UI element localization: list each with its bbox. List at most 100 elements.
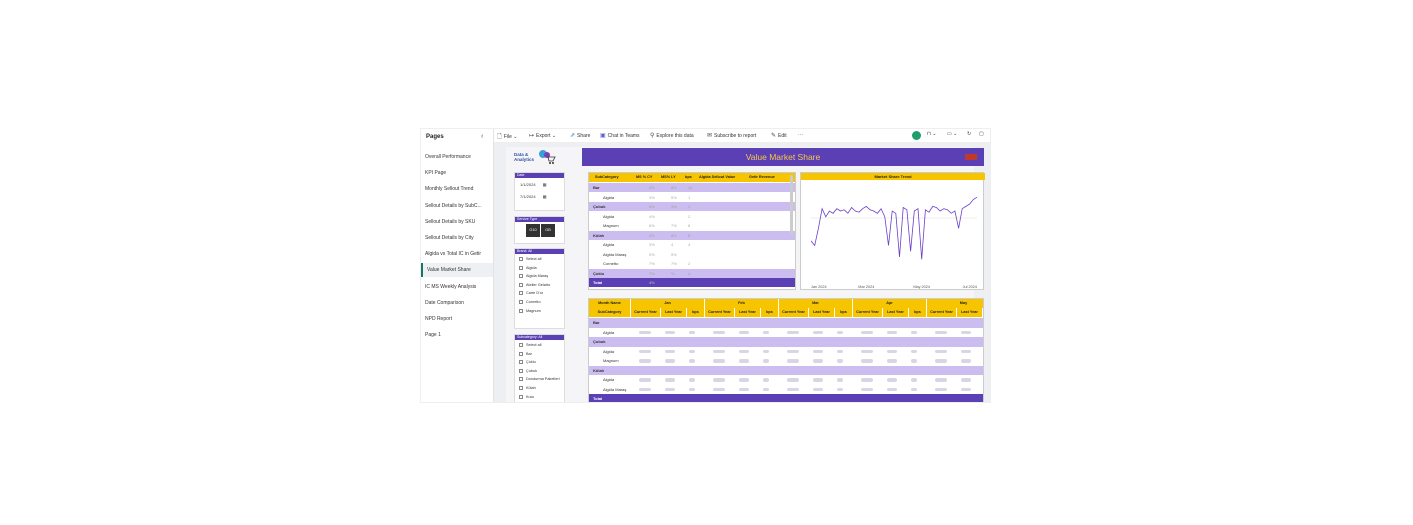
col-bps[interactable]: bps (685, 173, 692, 182)
chat-in-teams-button[interactable]: ▣ Chat in Teams (600, 132, 640, 139)
table-row[interactable]: Algida 3% 4 4 (589, 240, 795, 249)
more-options-button[interactable]: ··· (798, 132, 803, 138)
page-item[interactable]: NPD Report (421, 312, 493, 326)
page-item[interactable]: Sellout Details by City (421, 231, 493, 245)
checkbox[interactable] (519, 368, 523, 373)
column-header[interactable]: Current Year (927, 308, 957, 317)
share-button[interactable]: ⇗ Share (570, 132, 590, 139)
col-subcategory[interactable]: SubCategory (595, 173, 619, 182)
column-header[interactable]: Last Year (809, 308, 835, 317)
page-item[interactable]: Sellout Details by SKU (421, 215, 493, 229)
column-header[interactable]: bps (761, 308, 779, 317)
service-type-slicer[interactable]: Service Type G10 GB (514, 216, 565, 244)
checkbox-item[interactable]: Atelier Gelarto (519, 282, 550, 287)
checkbox[interactable] (519, 265, 523, 270)
end-date[interactable]: 7/1/2024 ▦ (520, 194, 546, 199)
page-item[interactable]: Monthly Sellout Trend (421, 182, 493, 196)
bookmark-icon[interactable]: ⊓ ⌄ (927, 131, 936, 137)
refresh-icon[interactable]: ↻ (967, 131, 971, 137)
edit-button[interactable]: ✎ Edit (771, 132, 787, 139)
checkbox-item[interactable]: Cornetto (519, 300, 541, 304)
column-header[interactable]: bps (835, 308, 853, 317)
service-option-g10[interactable]: G10 (526, 224, 540, 237)
page-item[interactable]: Value Market Share (421, 263, 493, 278)
table-row[interactable]: Külah 3% 8% 8 (589, 230, 795, 240)
table-row[interactable]: Algida (589, 328, 983, 338)
checkbox-item[interactable]: Carte D'or (519, 291, 543, 296)
table-row[interactable]: Algida (589, 347, 983, 357)
table-row[interactable]: Total (589, 394, 983, 402)
checkbox[interactable] (519, 351, 523, 356)
start-date[interactable]: 1/1/2024 ▦ (520, 182, 546, 187)
table-row[interactable]: Çubuk (589, 337, 983, 347)
table-row[interactable]: Algida 4% 2 (589, 212, 795, 221)
checkbox-item[interactable]: Magnum (519, 308, 541, 313)
table-row[interactable]: Magnum 6% 7% 8 (589, 221, 795, 230)
calendar-icon[interactable]: ▦ (543, 182, 547, 187)
checkbox[interactable] (519, 343, 523, 347)
column-header[interactable]: bps (909, 308, 927, 317)
checkbox-item[interactable]: Çubuk (519, 368, 537, 373)
page-item[interactable]: KPI Page (421, 166, 493, 180)
col-revenue[interactable]: Getir Revenue (749, 173, 775, 182)
checkbox[interactable] (519, 291, 523, 296)
month-header[interactable]: May (927, 299, 983, 308)
table-row[interactable]: Cornetto 7% 7% 2 (589, 259, 795, 268)
explore-data-button[interactable]: ⚲ Explore this data (650, 132, 694, 139)
column-header[interactable]: Last Year (883, 308, 909, 317)
page-item[interactable]: Overall Performance (421, 150, 493, 164)
col-ms-ly[interactable]: MS% LY (661, 173, 676, 182)
column-header[interactable]: Last Year (661, 308, 687, 317)
checkbox[interactable] (519, 300, 523, 304)
checkbox-item[interactable]: Dondurma Paketleri (519, 377, 560, 382)
month-header[interactable]: Feb (705, 299, 779, 308)
checkbox[interactable] (519, 377, 523, 382)
comment-icon[interactable]: ▢ (979, 131, 984, 137)
view-icon[interactable]: ▭ ⌄ (947, 131, 957, 137)
service-option-gb[interactable]: GB (541, 224, 555, 237)
checkbox-item[interactable]: Algida (519, 265, 537, 270)
file-menu[interactable]: 🗋 File ⌄ (497, 132, 517, 142)
subscribe-button[interactable]: ✉ Subscribe to report (707, 132, 756, 139)
calendar-icon[interactable]: ▦ (543, 194, 547, 199)
page-item[interactable]: Page 1 (421, 328, 493, 342)
table-row[interactable]: Algida (589, 375, 983, 385)
page-item[interactable]: Sellout Details by SubC... (421, 199, 493, 213)
status-icon[interactable] (912, 131, 921, 140)
table-row[interactable]: Algida 3% 5% 1 (589, 193, 795, 202)
checkbox[interactable] (519, 282, 523, 287)
table-row[interactable]: Çoklu 7%% 4 (589, 268, 795, 278)
col-ms-cy[interactable]: MS % CY (636, 173, 652, 182)
month-name-header[interactable]: Month Name (589, 299, 631, 308)
checkbox-item[interactable]: Algida Maraş (519, 274, 548, 279)
checkbox[interactable] (519, 257, 523, 261)
column-header[interactable]: Current Year (853, 308, 883, 317)
table-row[interactable]: Bar (589, 318, 983, 328)
export-menu[interactable]: ↦ Export ⌄ (529, 132, 556, 139)
table-row[interactable]: Total 4% (589, 278, 795, 287)
table-row[interactable]: Külah (589, 365, 983, 375)
page-item[interactable]: Algida vs Total IC in Getir (421, 247, 493, 261)
subcategory-header[interactable]: SubCategory (589, 308, 631, 317)
subcategory-slicer[interactable]: Subcategory: All Select all Bar Çoklu Çubuk… (514, 334, 565, 402)
checkbox[interactable] (519, 308, 523, 313)
table-row[interactable]: Bar 3% 8% 11 (589, 183, 795, 192)
page-item[interactable]: IC MS Weekly Analysis (421, 280, 493, 294)
checkbox[interactable] (519, 360, 523, 365)
column-header[interactable]: bps (687, 308, 705, 317)
checkbox[interactable] (519, 274, 523, 279)
column-header[interactable]: Last Year (957, 308, 983, 317)
table-row[interactable]: Algida Maraş (589, 385, 983, 395)
table-row[interactable]: Çubuk 8% 1% 1 (589, 202, 795, 211)
col-sellout[interactable]: Algida Sellout Value (699, 173, 735, 182)
month-header[interactable]: Apr (853, 299, 927, 308)
table-scrollbar[interactable] (790, 175, 793, 235)
column-header[interactable]: bps (983, 308, 984, 317)
column-header[interactable]: Current Year (705, 308, 735, 317)
checkbox[interactable] (519, 394, 523, 399)
column-header[interactable]: Current Year (631, 308, 661, 317)
date-slicer[interactable]: Date 1/1/2024 ▦ 7/1/2024 ▦ (514, 172, 565, 211)
column-header[interactable]: Current Year (779, 308, 809, 317)
table-row[interactable]: Magnum (589, 356, 983, 366)
checkbox-item[interactable]: Select all (519, 257, 541, 261)
